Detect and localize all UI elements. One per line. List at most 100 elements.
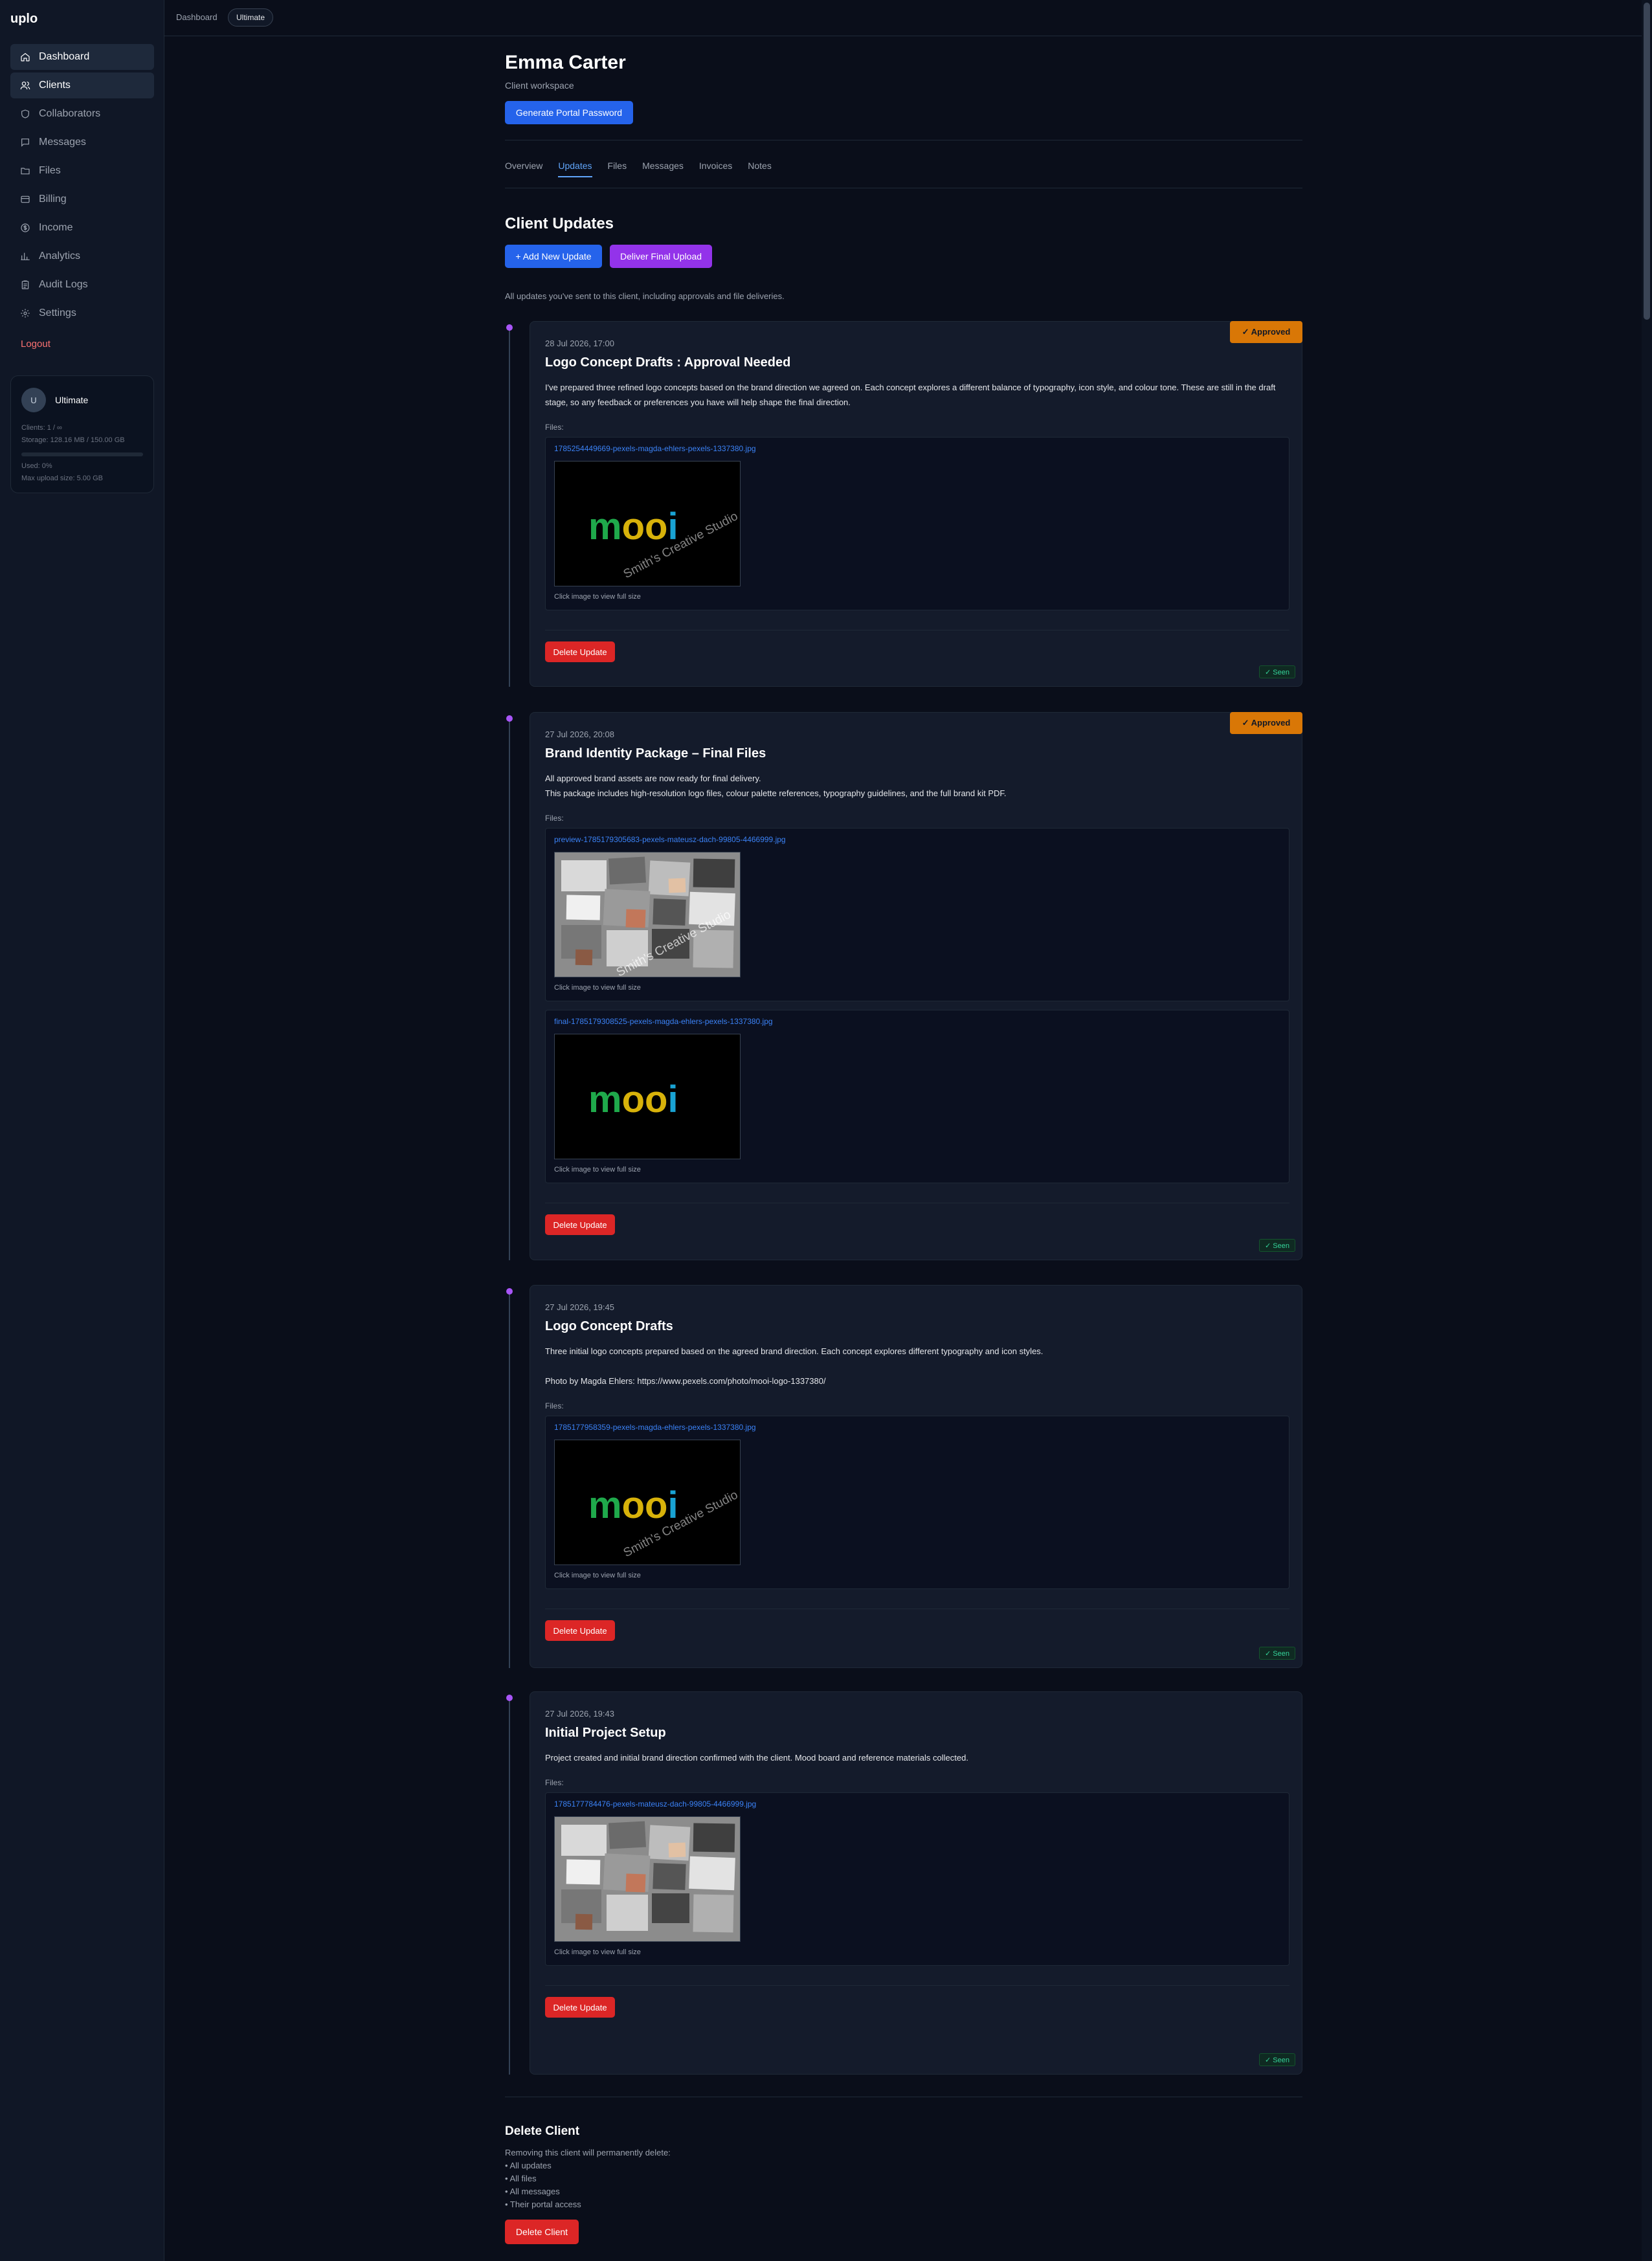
deliver-final-upload-button[interactable]: Deliver Final Upload [610, 245, 712, 268]
approved-badge: ✓ Approved [1230, 321, 1302, 343]
scrollbar-track[interactable] [1642, 0, 1652, 2261]
file-thumbnail[interactable]: mooi Smith's Creative Studio [554, 1440, 741, 1565]
update-body: I've prepared three refined logo concept… [545, 383, 1276, 407]
seen-badge: ✓ Seen [1259, 2053, 1295, 2066]
tab-bar: Overview Updates Files Messages Invoices… [505, 161, 787, 177]
timeline-line [509, 1698, 510, 2075]
delete-client-button[interactable]: Delete Client [505, 2220, 579, 2244]
timeline-dot [506, 1695, 513, 1701]
sidebar-item-files[interactable]: Files [10, 158, 154, 184]
tab-messages[interactable]: Messages [642, 161, 684, 177]
sidebar-item-messages[interactable]: Messages [10, 129, 154, 155]
gear-icon [19, 307, 31, 319]
sidebar-item-settings[interactable]: Settings [10, 300, 154, 326]
update-card: ✓ Approved 27 Jul 2026, 20:08 Brand Identi… [530, 712, 1302, 1260]
sidebar-item-label: Billing [39, 194, 67, 205]
file-link[interactable]: final-1785179308525-pexels-magda-ehlers-… [554, 1017, 773, 1026]
breadcrumb[interactable]: Dashboard [176, 12, 218, 22]
update-title: Brand Identity Package – Final Files [545, 746, 766, 761]
plan-name: Ultimate [55, 395, 89, 405]
file-link[interactable]: 1785177784476-pexels-mateusz-dach-99805-… [554, 1799, 756, 1809]
update-date: 27 Jul 2026, 19:43 [545, 1709, 614, 1719]
delete-update-button[interactable]: Delete Update [545, 1620, 615, 1641]
section-title: Client Updates [505, 215, 614, 232]
sidebar-item-label: Messages [39, 137, 86, 148]
plan-pill: Ultimate [228, 8, 274, 27]
file-thumbnail[interactable] [554, 1816, 741, 1942]
logo-word: mooi [588, 1078, 678, 1120]
update-body: This package includes high-resolution lo… [545, 788, 1007, 798]
file-thumbnail[interactable]: mooi Smith's Creative Studio [554, 461, 741, 586]
sidebar-nav: Dashboard Clients Collaborators Messages… [10, 44, 154, 329]
tab-notes[interactable]: Notes [748, 161, 772, 177]
thumbnail-hint: Click image to view full size [554, 1948, 641, 1956]
scrollbar-thumb[interactable] [1644, 3, 1650, 320]
plan-card: U Ultimate Clients: 1 / ∞ Storage: 128.1… [10, 375, 154, 493]
tab-files[interactable]: Files [608, 161, 627, 177]
sidebar-item-dashboard[interactable]: Dashboard [10, 44, 154, 70]
update-card: ✓ Approved 28 Jul 2026, 17:00 Logo Concept… [530, 321, 1302, 687]
tab-invoices[interactable]: Invoices [699, 161, 732, 177]
plan-used: Used: 0% [21, 462, 52, 470]
thumbnail-hint: Click image to view full size [554, 984, 641, 992]
brand-logo[interactable]: uplo [10, 12, 38, 27]
page-title: Emma Carter [505, 52, 626, 73]
plan-clients: Clients: 1 / ∞ [21, 424, 62, 432]
sidebar-item-analytics[interactable]: Analytics [10, 243, 154, 269]
sidebar-item-label: Clients [39, 80, 71, 91]
tab-updates[interactable]: Updates [558, 161, 592, 177]
danger-zone-item: • All messages [505, 2187, 560, 2196]
sidebar-item-income[interactable]: Income [10, 215, 154, 241]
avatar: U [21, 388, 46, 412]
update-title: Logo Concept Drafts : Approval Needed [545, 355, 791, 370]
delete-update-button[interactable]: Delete Update [545, 1214, 615, 1235]
timeline-dot [506, 715, 513, 722]
file-link[interactable]: 1785254449669-pexels-magda-ehlers-pexels… [554, 444, 756, 453]
sidebar-item-billing[interactable]: Billing [10, 186, 154, 212]
file-attachment: 1785177958359-pexels-magda-ehlers-pexels… [545, 1416, 1289, 1589]
update-title: Logo Concept Drafts [545, 1319, 673, 1333]
logout-link[interactable]: Logout [21, 339, 50, 350]
update-date: 27 Jul 2026, 20:08 [545, 730, 614, 739]
sidebar-item-label: Dashboard [39, 51, 90, 62]
delete-update-button[interactable]: Delete Update [545, 641, 615, 662]
sidebar-item-audit-logs[interactable]: Audit Logs [10, 272, 154, 298]
update-card: 27 Jul 2026, 19:43 Initial Project Setup P… [530, 1691, 1302, 2075]
files-label: Files: [545, 1778, 564, 1787]
sidebar-item-collaborators[interactable]: Collaborators [10, 101, 154, 127]
sidebar-item-label: Analytics [39, 251, 81, 262]
sidebar-item-label: Collaborators [39, 108, 101, 119]
home-icon [19, 51, 31, 63]
sidebar-item-label: Income [39, 222, 73, 233]
file-thumbnail[interactable]: Smith's Creative Studio [554, 852, 741, 977]
sidebar-item-clients[interactable]: Clients [10, 72, 154, 98]
delete-update-button[interactable]: Delete Update [545, 1997, 615, 2018]
add-update-button[interactable]: + Add New Update [505, 245, 602, 268]
danger-zone-title: Delete Client [505, 2124, 580, 2138]
update-body: Three initial logo concepts prepared bas… [545, 1346, 1044, 1356]
divider [545, 1985, 1289, 1986]
update-date: 27 Jul 2026, 19:45 [545, 1302, 614, 1312]
users-icon [19, 80, 31, 91]
folder-icon [19, 165, 31, 177]
generate-password-button[interactable]: Generate Portal Password [505, 101, 633, 124]
file-thumbnail[interactable]: mooi [554, 1034, 741, 1159]
file-link[interactable]: 1785177958359-pexels-magda-ehlers-pexels… [554, 1423, 756, 1432]
file-link[interactable]: preview-1785179305683-pexels-mateusz-dac… [554, 835, 786, 844]
timeline-line [509, 1291, 510, 1668]
files-label: Files: [545, 423, 564, 432]
shield-icon [19, 108, 31, 120]
topbar: Dashboard Ultimate [164, 0, 1652, 36]
timeline-line [509, 328, 510, 687]
file-attachment: final-1785179308525-pexels-magda-ehlers-… [545, 1010, 1289, 1183]
update-body: All approved brand assets are now ready … [545, 774, 761, 783]
credit-card-icon [19, 194, 31, 205]
danger-zone-item: • All files [505, 2174, 537, 2183]
dollar-circle-icon [19, 222, 31, 234]
section-description: All updates you've sent to this client, … [505, 291, 785, 301]
sidebar-item-label: Settings [39, 307, 76, 318]
tab-overview[interactable]: Overview [505, 161, 542, 177]
message-icon [19, 137, 31, 148]
storage-progress-bar [21, 452, 143, 456]
seen-badge: ✓ Seen [1259, 1647, 1295, 1660]
